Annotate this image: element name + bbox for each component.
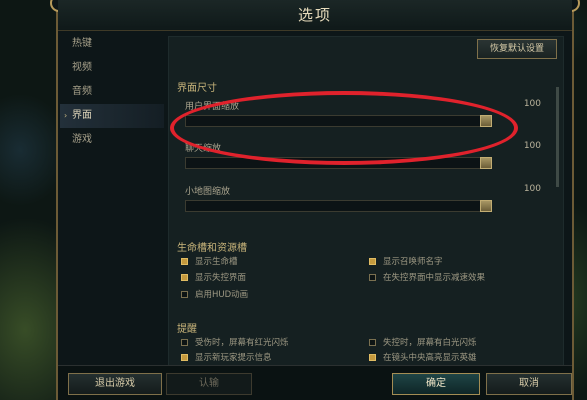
- chat-scale-slider[interactable]: [185, 157, 492, 169]
- checkbox[interactable]: [181, 257, 188, 265]
- options-window: 选项 热键 视频 音频 › 界面 游戏 恢复默认设置 界面尺寸 用户界面缩放 1…: [50, 0, 580, 400]
- cancel-button[interactable]: 取消: [486, 373, 572, 395]
- section-title-alerts: 提醒: [177, 324, 197, 335]
- ok-button[interactable]: 确定: [392, 373, 480, 395]
- scrollbar[interactable]: [556, 87, 559, 187]
- option-red-flash-on-damage[interactable]: 受伤时，屏幕有红光闪烁: [181, 336, 289, 348]
- checkbox[interactable]: [181, 353, 188, 361]
- option-new-player-tips[interactable]: 显示新玩家提示信息: [181, 351, 272, 363]
- option-show-summoner-names[interactable]: 显示召唤师名字: [369, 255, 443, 267]
- section-title-ui-size: 界面尺寸: [177, 83, 217, 94]
- checkbox[interactable]: [369, 273, 376, 281]
- surrender-button[interactable]: 认输: [166, 373, 252, 395]
- exit-game-button[interactable]: 退出游戏: [68, 373, 162, 395]
- slider-label-ui-scale: 用户界面缩放: [185, 102, 240, 112]
- slider-thumb[interactable]: [480, 115, 492, 127]
- sidebar: 热键 视频 音频 › 界面 游戏: [60, 32, 164, 366]
- option-highlight-champion[interactable]: 在镜头中央高亮显示英雄: [369, 351, 477, 363]
- checkbox[interactable]: [369, 353, 376, 361]
- reset-defaults-button[interactable]: 恢复默认设置: [477, 39, 557, 59]
- slider-value-chat-scale: 100: [523, 141, 541, 151]
- slider-thumb[interactable]: [480, 200, 492, 212]
- sidebar-item-video[interactable]: 视频: [60, 56, 164, 80]
- footer-bar: 退出游戏 认输 确定 取消: [58, 365, 572, 400]
- section-title-health-bars: 生命槽和资源槽: [177, 243, 247, 254]
- sidebar-item-hotkeys[interactable]: 热键: [60, 32, 164, 56]
- slider-label-chat-scale: 聊天缩放: [185, 144, 222, 154]
- ui-scale-slider[interactable]: [185, 115, 492, 127]
- chevron-right-icon: ›: [64, 111, 68, 120]
- slider-value-minimap-scale: 100: [523, 184, 541, 194]
- option-white-flash-on-cc[interactable]: 失控时，屏幕有白光闪烁: [369, 336, 477, 348]
- slider-value-ui-scale: 100: [523, 99, 541, 109]
- minimap-scale-slider[interactable]: [185, 200, 492, 212]
- sidebar-item-interface[interactable]: › 界面: [60, 104, 164, 128]
- slider-label-minimap-scale: 小地图缩放: [185, 187, 231, 197]
- checkbox[interactable]: [369, 257, 376, 265]
- checkbox[interactable]: [181, 338, 188, 346]
- option-show-health-bar[interactable]: 显示生命槽: [181, 255, 238, 267]
- sidebar-item-label: 界面: [72, 110, 92, 121]
- window-title: 选项: [58, 0, 572, 31]
- option-show-cc-display[interactable]: 显示失控界面: [181, 271, 246, 283]
- slider-thumb[interactable]: [480, 157, 492, 169]
- option-enable-hud-animation[interactable]: 启用HUD动画: [181, 288, 248, 300]
- checkbox[interactable]: [181, 273, 188, 281]
- sidebar-item-audio[interactable]: 音频: [60, 80, 164, 104]
- sidebar-item-game[interactable]: 游戏: [60, 128, 164, 152]
- checkbox[interactable]: [369, 338, 376, 346]
- checkbox[interactable]: [181, 290, 188, 298]
- settings-panel: 恢复默认设置 界面尺寸 用户界面缩放 100 聊天缩放 100 小地图缩放 10…: [168, 36, 564, 366]
- option-show-slow-in-cc[interactable]: 在失控界面中显示减速效果: [369, 271, 485, 283]
